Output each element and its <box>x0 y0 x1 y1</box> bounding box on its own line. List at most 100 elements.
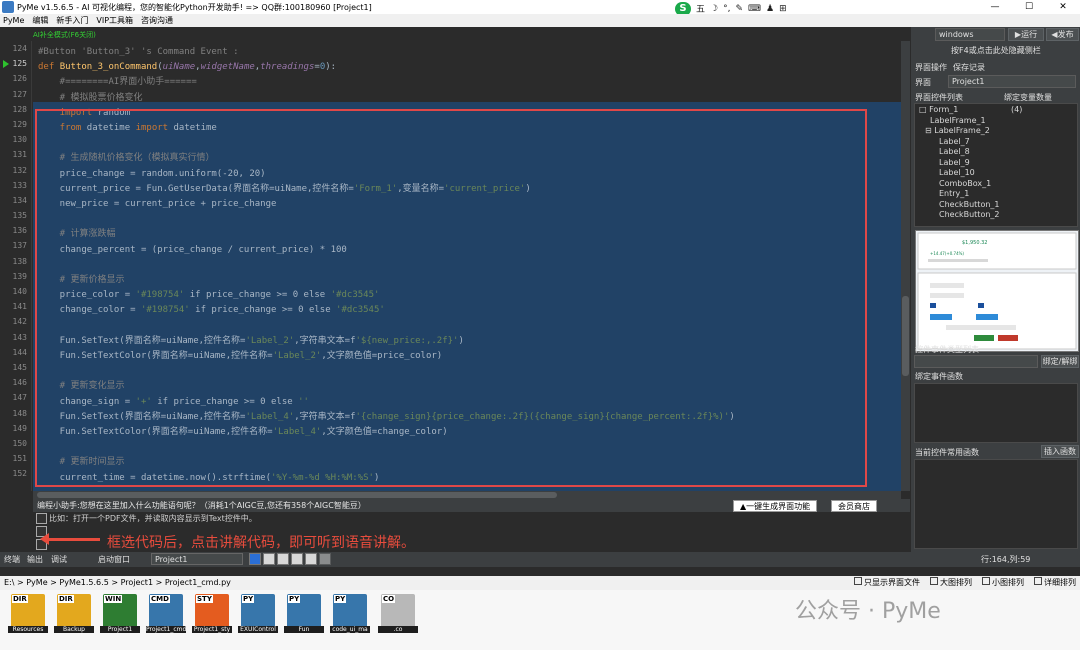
code-line[interactable]: Fun.SetTextColor(界面名称=uiName,控件名称='Label… <box>38 349 443 364</box>
tree-item[interactable]: Label_10 <box>939 168 975 177</box>
vip-store-button[interactable]: 会员商店 <box>831 500 877 512</box>
code-line[interactable]: # 更新变化显示 <box>38 379 125 394</box>
code-line[interactable]: Fun.SetTextColor(界面名称=uiName,控件名称='Label… <box>38 425 448 440</box>
ime-item[interactable]: ✎ <box>735 4 743 14</box>
ime-item[interactable]: ⊞ <box>779 4 787 14</box>
assistant-input[interactable]: 比如：打开一个PDF文件，并读取内容显示到Text控件中。 <box>33 512 910 526</box>
align-left-icon[interactable] <box>263 553 275 565</box>
code-line[interactable]: # 计算涨跌幅 <box>38 227 116 242</box>
code-line[interactable]: from datetime import datetime <box>38 121 217 136</box>
minimize-button[interactable]: — <box>978 0 1012 14</box>
tab-debug[interactable]: 调试 <box>51 554 67 565</box>
play-icon[interactable] <box>249 553 261 565</box>
line-number-text: 146 <box>12 378 27 388</box>
tree-item[interactable]: ⊟ LabelFrame_2 <box>925 126 990 135</box>
menu-pyme[interactable]: PyMe <box>3 16 24 25</box>
code-line[interactable]: change_color = '#198754' if price_change… <box>38 303 385 318</box>
code-line[interactable]: # 生成随机价格变化（模拟真实行情） <box>38 151 215 166</box>
ime-item[interactable]: ☽ <box>710 4 718 14</box>
align-center-icon[interactable] <box>277 553 289 565</box>
tree-item[interactable]: Entry_1 <box>939 189 969 198</box>
control-tree[interactable]: □ Form_1 (4) LabelFrame_1 ⊟ LabelFrame_2 Lab… <box>914 103 1078 227</box>
small-icons-option[interactable]: 小图排列 <box>982 576 1024 590</box>
scrollbar-thumb[interactable] <box>37 492 557 498</box>
large-icons-option[interactable]: 大图排列 <box>930 576 972 590</box>
platform-select[interactable]: windows <box>935 28 1005 41</box>
line-number-text: 142 <box>12 317 27 327</box>
publish-button[interactable]: ◀发布 <box>1046 28 1079 41</box>
code-line[interactable]: # 模拟股票价格变化 <box>38 91 143 106</box>
bind-unbind-button[interactable]: 绑定/解绑 <box>1041 355 1079 368</box>
menu-consult[interactable]: 咨询沟通 <box>141 15 173 26</box>
code-line[interactable]: current_price = Fun.GetUserData(界面名称=uiN… <box>38 182 531 197</box>
code-line[interactable]: import random <box>38 106 130 121</box>
line-number-text: 152 <box>12 469 27 479</box>
launch-window-select[interactable]: Project1 <box>151 553 243 565</box>
menu-vip-tools[interactable]: VIP工具箱 <box>96 15 133 26</box>
file-item[interactable]: PY EXUIControl <box>238 594 278 644</box>
file-item[interactable]: STY Project1_sty <box>192 594 232 644</box>
code-token: Fun.SetText(界面名称=uiName,控件名称= <box>38 411 246 422</box>
tab-save-records[interactable]: 保存记录 <box>953 62 985 73</box>
tree-item[interactable]: Label_7 <box>939 137 970 146</box>
line-number: 136 <box>0 223 31 238</box>
file-item[interactable]: DIR Backup <box>54 594 94 644</box>
generate-ui-button[interactable]: ▲一键生成界面功能 <box>733 500 818 512</box>
maximize-button[interactable]: ☐ <box>1012 0 1046 14</box>
code-line[interactable]: # 更新时间显示 <box>38 455 125 470</box>
code-line[interactable]: change_sign = '+' if price_change >= 0 e… <box>38 395 309 410</box>
tab-terminal[interactable]: 终端 <box>4 554 20 565</box>
code-line[interactable]: Fun.SetText(界面名称=uiName,控件名称='Label_4',字… <box>38 410 735 425</box>
tree-item[interactable]: Label_8 <box>939 147 970 156</box>
tree-item[interactable]: CheckButton_1 <box>939 200 1000 209</box>
ime-item[interactable]: ♟ <box>766 4 774 14</box>
scrollbar-thumb[interactable] <box>902 296 909 376</box>
ai-mode-label[interactable]: AI补全模式(F6关闭) <box>33 30 96 40</box>
code-line[interactable]: #Button 'Button_3' 's Command Event : <box>38 45 238 60</box>
code-editor[interactable]: #Button 'Button_3' 's Command Event : def… <box>33 41 901 491</box>
tree-item[interactable]: ComboBox_1 <box>939 179 991 188</box>
tree-item[interactable]: LabelFrame_1 <box>930 116 986 125</box>
edit-icon[interactable] <box>36 513 47 524</box>
code-line[interactable]: def Button_3_onCommand(uiName,widgetName… <box>38 60 336 75</box>
editor-vertical-scrollbar[interactable] <box>901 41 910 491</box>
insert-function-button[interactable]: 插入函数 <box>1041 445 1079 458</box>
details-option[interactable]: 详细排列 <box>1034 576 1076 590</box>
editor-horizontal-scrollbar[interactable] <box>33 491 901 499</box>
menu-edit[interactable]: 编辑 <box>32 15 48 26</box>
code-line[interactable]: change_percent = (price_change / current… <box>38 243 347 258</box>
indent-icon[interactable] <box>305 553 317 565</box>
code-line[interactable]: current_time = datetime.now().strftime('… <box>38 471 380 486</box>
bound-events-list[interactable] <box>914 383 1078 443</box>
code-line[interactable]: #========AI界面小助手====== <box>38 75 197 90</box>
tree-item[interactable]: □ Form_1 <box>919 105 958 114</box>
only-ui-files-checkbox[interactable]: 只显示界面文件 <box>854 576 920 590</box>
tree-item[interactable]: CheckButton_2 <box>939 210 1000 219</box>
tab-ui-ops[interactable]: 界面操作 <box>915 62 947 73</box>
code-line[interactable]: # 更新价格显示 <box>38 273 125 288</box>
align-right-icon[interactable] <box>291 553 303 565</box>
file-item[interactable]: CMD Project1_cmd <box>146 594 186 644</box>
menu-beginner[interactable]: 新手入门 <box>56 15 88 26</box>
code-line[interactable]: price_change = random.uniform(-20, 20) <box>38 167 266 182</box>
ui-select[interactable]: Project1 <box>948 75 1076 88</box>
code-line[interactable]: Fun.SetText(界面名称=uiName,控件名称='Label_2',字… <box>38 334 464 349</box>
common-funcs-list[interactable] <box>914 459 1078 549</box>
hide-sidebar-hint[interactable]: 按F4或点击此处隐藏侧栏 <box>951 45 1041 56</box>
event-type-select[interactable] <box>914 355 1038 368</box>
tab-output[interactable]: 输出 <box>27 554 43 565</box>
code-line[interactable]: price_color = '#198754' if price_change … <box>38 288 380 303</box>
code-line[interactable]: new_price = current_price + price_change <box>38 197 277 212</box>
tree-item[interactable]: Label_9 <box>939 158 970 167</box>
file-item[interactable]: DIR Resources <box>8 594 48 644</box>
run-button[interactable]: ▶运行 <box>1008 28 1044 41</box>
ime-item[interactable]: °, <box>723 4 730 14</box>
undo-icon[interactable] <box>319 553 331 565</box>
close-button[interactable]: ✕ <box>1046 0 1080 14</box>
code-token: # 生成随机价格变化（模拟真实行情） <box>38 153 215 164</box>
file-item[interactable]: PY code_ui_ma <box>330 594 370 644</box>
file-item[interactable]: WIN Project1 <box>100 594 140 644</box>
ime-item[interactable]: ⌨ <box>748 4 761 14</box>
file-item[interactable]: CO .co <box>378 594 418 644</box>
file-item[interactable]: PY Fun <box>284 594 324 644</box>
